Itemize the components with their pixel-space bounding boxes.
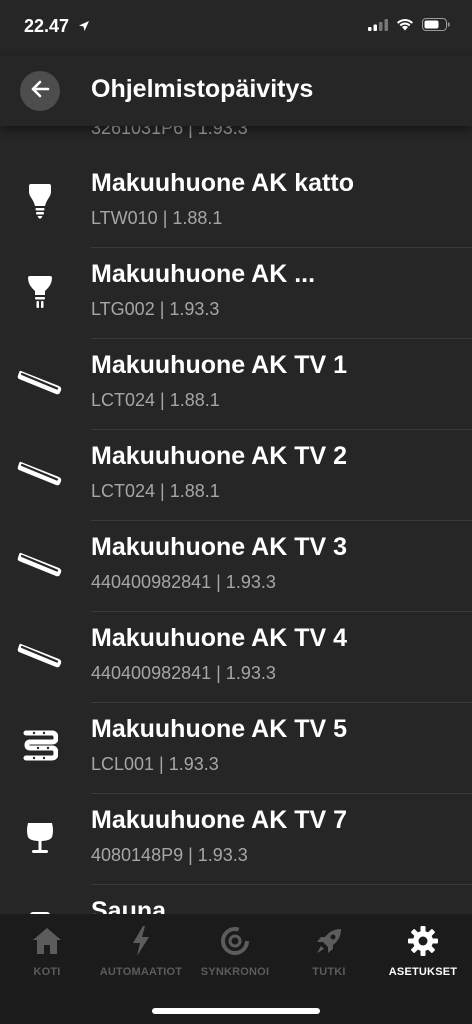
rocket-icon <box>282 924 376 958</box>
device-detail: 440400982841 | 1.93.3 <box>91 663 276 683</box>
device-name: Makuuhuone AK ... <box>91 260 316 288</box>
list-item[interactable]: Makuuhuone AK TV 4 440400982841 | 1.93.3 <box>0 612 472 703</box>
device-detail: LTG002 | 1.93.3 <box>91 299 220 319</box>
device-name: Makuuhuone AK TV 2 <box>91 442 348 470</box>
tab-label: SYNKRONOI <box>200 966 270 978</box>
device-detail: LCL001 | 1.93.3 <box>91 754 219 774</box>
tab-synkronoi[interactable]: SYNKRONOI <box>188 924 282 978</box>
status-time: 22.47 <box>24 16 70 36</box>
lightning-icon <box>94 924 188 958</box>
header: Ohjelmistopäivitys <box>0 56 472 126</box>
list-item[interactable]: Makuuhuone AK TV 2 LCT024 | 1.88.1 <box>0 430 472 521</box>
list-item[interactable]: Makuuhuone AK katto LTW010 | 1.88.1 <box>0 157 472 248</box>
cellular-signal-icon <box>368 18 388 36</box>
page-title: Ohjelmistopäivitys <box>91 75 314 103</box>
status-bar: 22.47 <box>0 0 472 56</box>
device-detail: 4080148P9 | 1.93.3 <box>91 845 248 865</box>
device-detail: LCT024 | 1.88.1 <box>91 390 220 410</box>
device-name: Makuuhuone AK TV 4 <box>91 624 348 652</box>
tab-label: KOTI <box>33 966 61 978</box>
tab-koti[interactable]: KOTI <box>0 924 94 978</box>
device-list[interactable]: 3261031P6 | 1.93.3 Makuuhuone AK katto L… <box>0 126 472 914</box>
back-arrow-icon <box>30 80 50 103</box>
wifi-icon <box>396 18 414 36</box>
device-name: Makuuhuone AK TV 3 <box>91 533 348 561</box>
tab-automaatiot[interactable]: AUTOMAATIOT <box>94 924 188 978</box>
divider <box>91 884 472 885</box>
tab-label: ASETUKSET <box>388 966 458 978</box>
back-button[interactable] <box>20 71 60 111</box>
list-item-partial-detail: 3261031P6 | 1.93.3 <box>91 126 248 138</box>
spot-bulb-icon <box>16 270 64 314</box>
light-bar-icon <box>16 634 64 678</box>
device-detail: 440400982841 | 1.93.3 <box>91 572 276 592</box>
list-item-partial-name[interactable]: Sauna <box>91 897 166 914</box>
tab-asetukset[interactable]: ASETUKSET <box>376 924 470 978</box>
light-bar-icon <box>16 452 64 496</box>
list-item[interactable]: Makuuhuone AK TV 3 440400982841 | 1.93.3 <box>0 521 472 612</box>
tab-label: TUTKI <box>312 966 346 978</box>
lightstrip-icon <box>16 725 64 769</box>
device-name: Makuuhuone AK TV 5 <box>91 715 348 743</box>
table-lamp-icon <box>16 816 64 860</box>
list-item[interactable]: Makuuhuone AK TV 7 4080148P9 | 1.93.3 <box>0 794 472 885</box>
device-name: Makuuhuone AK TV 1 <box>91 351 348 379</box>
list-item[interactable]: Makuuhuone AK TV 1 LCT024 | 1.88.1 <box>0 339 472 430</box>
device-name: Makuuhuone AK TV 7 <box>91 806 348 834</box>
device-name: Makuuhuone AK katto <box>91 169 354 197</box>
sync-icon <box>188 924 282 958</box>
tab-tutki[interactable]: TUTKI <box>282 924 376 978</box>
device-detail: LTW010 | 1.88.1 <box>91 208 223 228</box>
gear-icon <box>376 924 470 958</box>
list-item[interactable]: Makuuhuone AK ... LTG002 | 1.93.3 <box>0 248 472 339</box>
tab-label: AUTOMAATIOT <box>99 966 183 978</box>
home-indicator[interactable] <box>152 1008 320 1014</box>
light-bar-icon <box>16 361 64 405</box>
device-detail: LCT024 | 1.88.1 <box>91 481 220 501</box>
light-bar-icon <box>16 543 64 587</box>
location-arrow-icon <box>78 19 90 37</box>
list-item[interactable]: Makuuhuone AK TV 5 LCL001 | 1.93.3 <box>0 703 472 794</box>
battery-icon <box>422 18 450 36</box>
home-icon <box>0 924 94 958</box>
bulb-icon <box>16 179 64 223</box>
